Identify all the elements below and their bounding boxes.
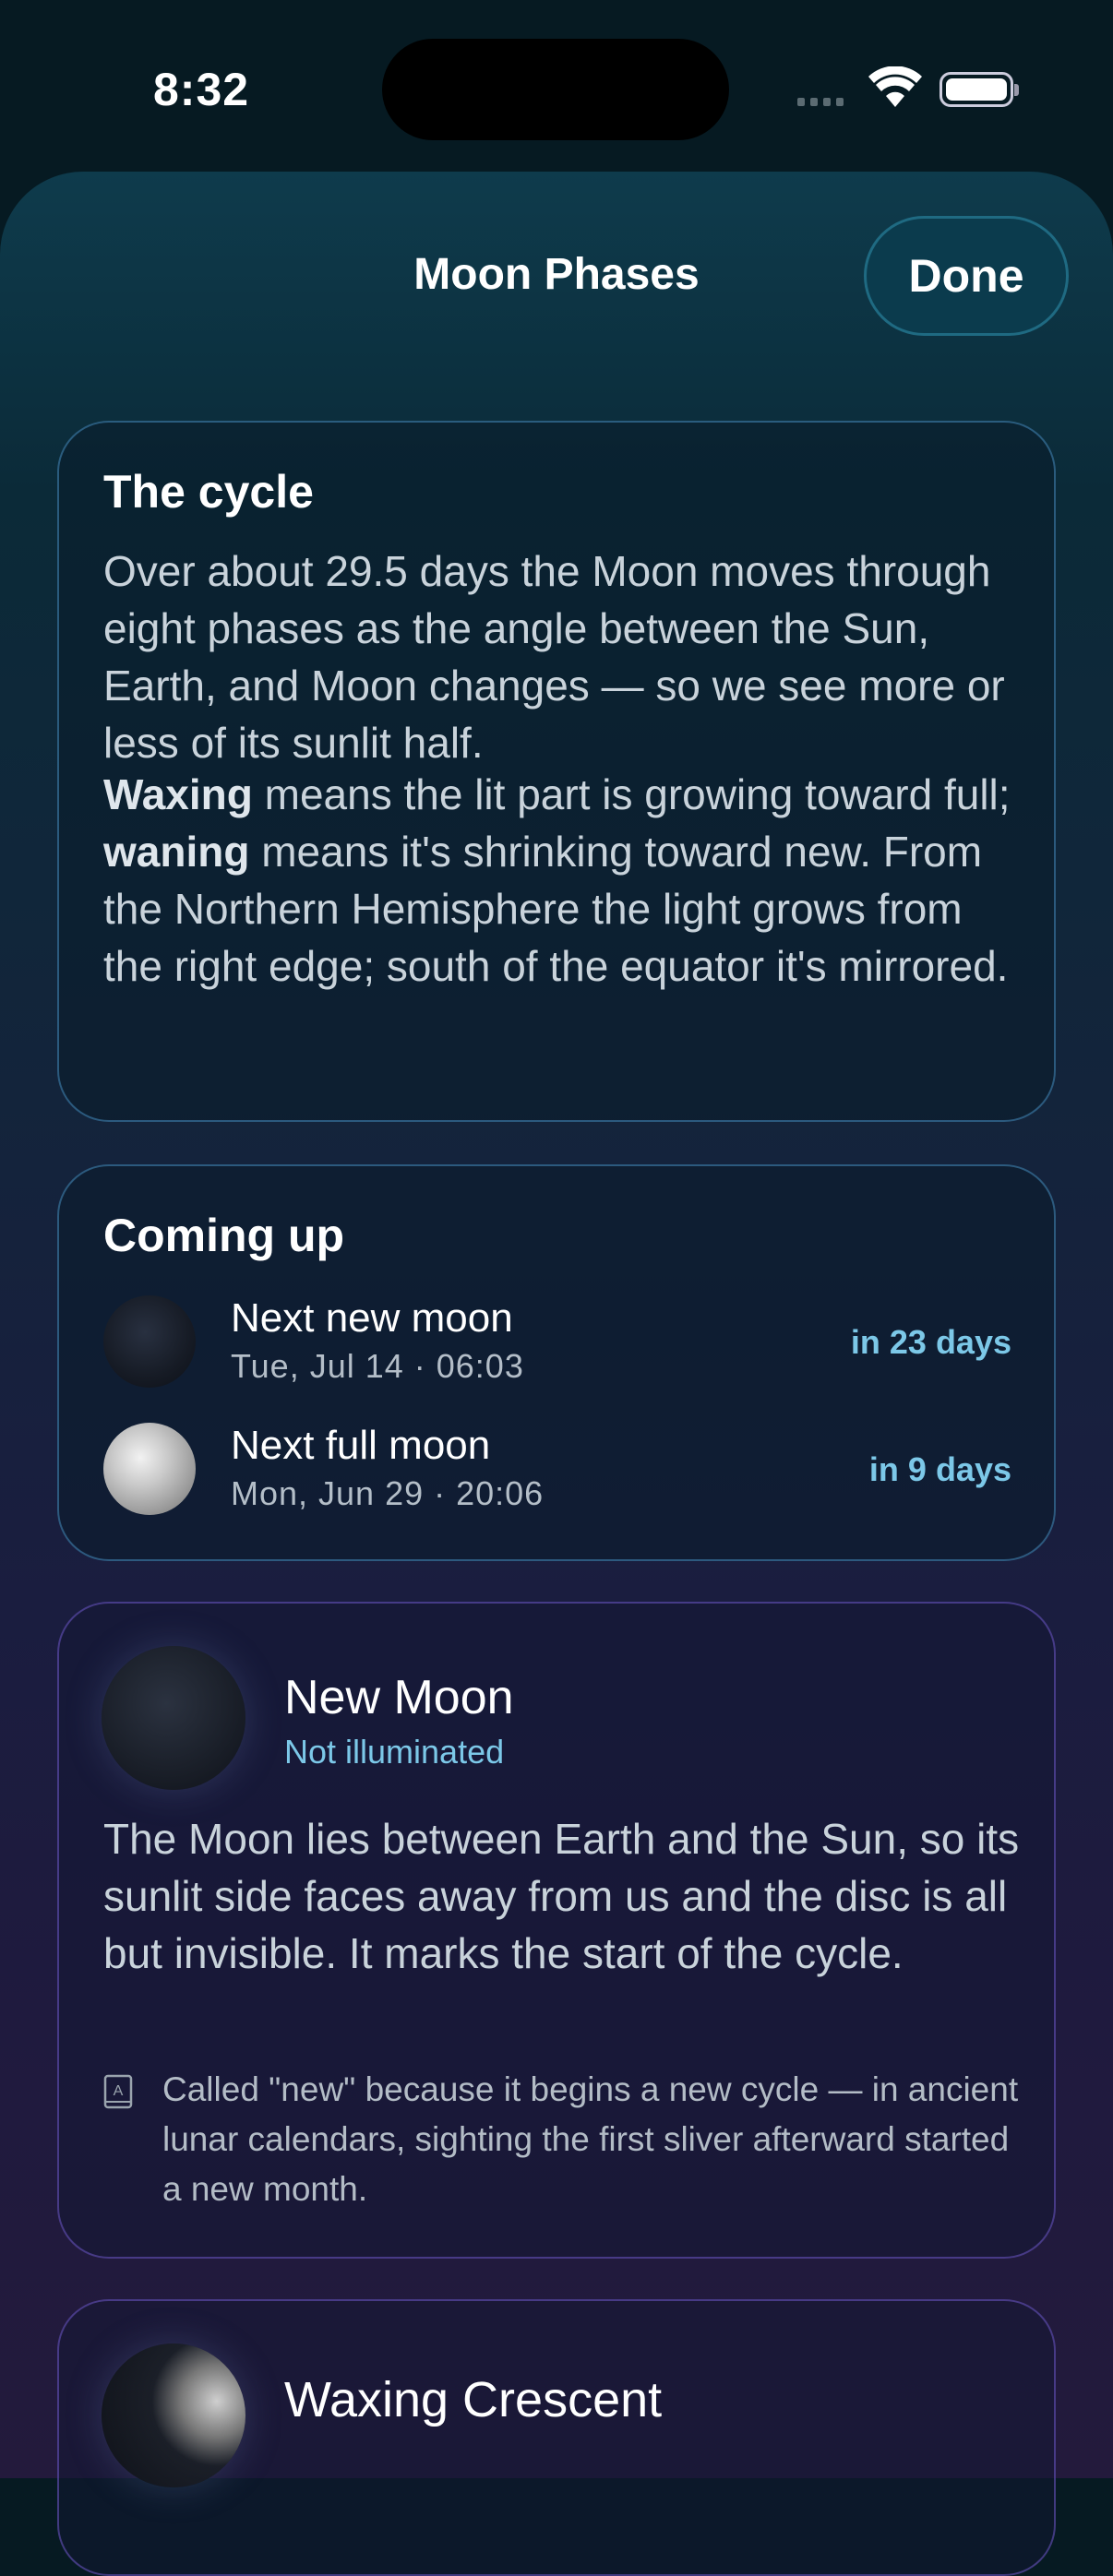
upcoming-date: Mon, Jun 29 · 20:06 <box>231 1474 545 1512</box>
cycle-p2-text-1: means the lit part is growing toward ful… <box>252 770 1011 818</box>
coming-up-title: Coming up <box>103 1210 345 1261</box>
svg-text:A: A <box>114 2083 124 2099</box>
cycle-card-title: The cycle <box>103 466 314 518</box>
upcoming-name: Next full moon <box>231 1423 491 1468</box>
phase-card-new-moon: New Moon Not illuminated The Moon lies b… <box>57 1602 1056 2259</box>
dictionary-icon: A <box>103 2074 133 2109</box>
full-moon-icon <box>103 1423 196 1515</box>
upcoming-date: Tue, Jul 14 · 06:03 <box>231 1347 524 1385</box>
phase-name: New Moon <box>284 1671 514 1724</box>
cycle-paragraph-1: Over about 29.5 days the Moon moves thro… <box>103 547 1005 767</box>
waning-term: waning <box>103 828 250 876</box>
upcoming-name: Next new moon <box>231 1295 513 1341</box>
dynamic-island <box>382 39 729 140</box>
phase-description: The Moon lies between Earth and the Sun,… <box>103 1815 1020 1977</box>
phase-name: Waxing Crescent <box>284 2372 663 2427</box>
battery-icon <box>939 72 1019 107</box>
phase-illumination: Not illuminated <box>284 1733 505 1771</box>
cycle-card: The cycle Over about 29.5 days the Moon … <box>57 421 1056 1122</box>
phase-note: Called "new" because it begins a new cyc… <box>162 2070 1019 2208</box>
new-moon-icon <box>103 1295 196 1388</box>
upcoming-row-full-moon[interactable]: Next full moon Mon, Jun 29 · 20:06 in 9 … <box>103 1423 1011 1524</box>
upcoming-countdown: in 9 days <box>868 1450 1011 1488</box>
upcoming-countdown: in 23 days <box>850 1323 1011 1361</box>
status-time: 8:32 <box>153 64 250 115</box>
phase-card-waxing-crescent: Waxing Crescent <box>57 2299 1056 2576</box>
wifi-icon <box>868 66 922 107</box>
done-button[interactable]: Done <box>864 216 1069 336</box>
waxing-crescent-image <box>102 2343 245 2487</box>
new-moon-image <box>102 1646 245 1790</box>
cycle-paragraph-2: Waxing means the lit part is growing tow… <box>103 766 1026 995</box>
cellular-signal-icon <box>797 98 844 106</box>
upcoming-row-new-moon[interactable]: Next new moon Tue, Jul 14 · 06:03 in 23 … <box>103 1295 1011 1397</box>
coming-up-card: Coming up Next new moon Tue, Jul 14 · 06… <box>57 1164 1056 1561</box>
waxing-term: Waxing <box>103 770 253 818</box>
